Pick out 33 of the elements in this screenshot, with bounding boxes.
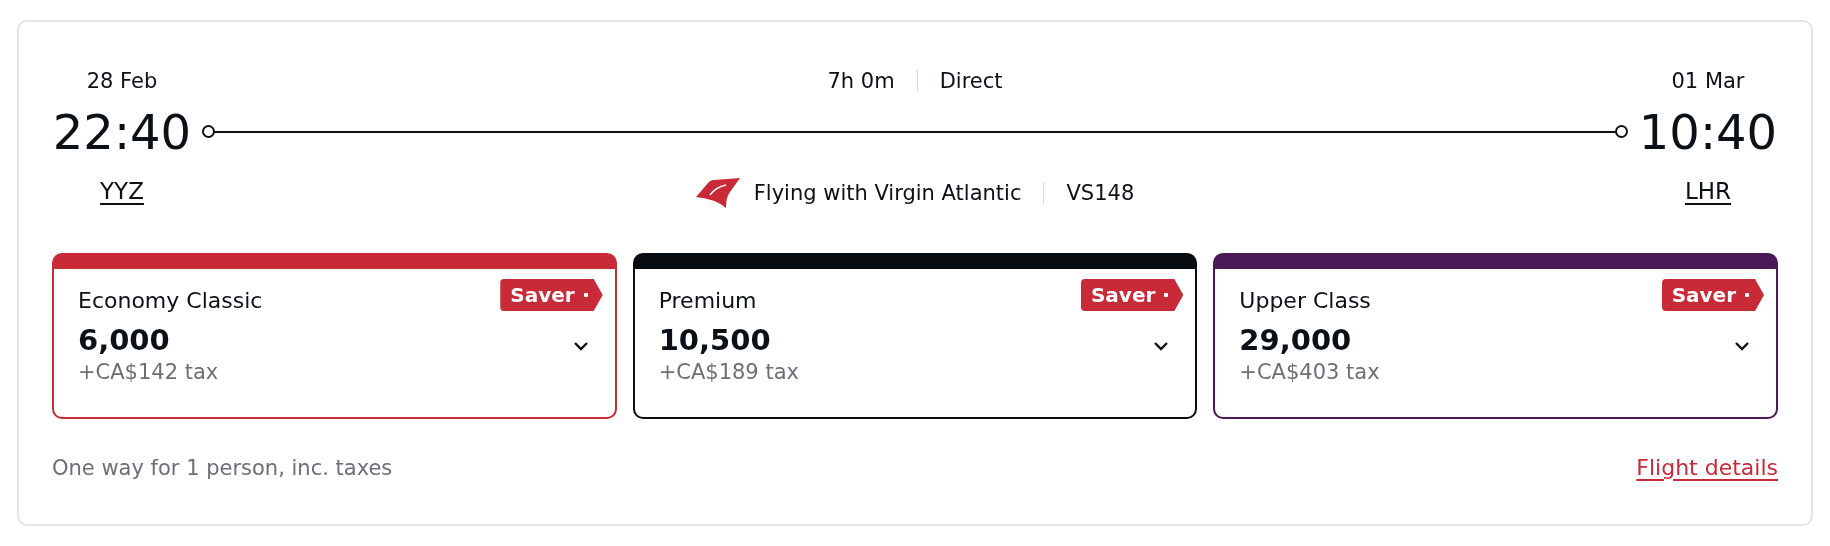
chevron-down-icon[interactable]	[1153, 341, 1170, 351]
cabin-name: Premium	[658, 287, 758, 315]
departure-date: 28 Feb	[86, 68, 158, 94]
fare-option[interactable]: Premium 10,500 +CA$189 tax Saver	[632, 253, 1198, 419]
fare-option[interactable]: Economy Classic 6,000 +CA$142 tax Saver	[52, 253, 617, 419]
fare-option[interactable]: Upper Class 29,000 +CA$403 tax Saver	[1213, 253, 1778, 419]
departure-airport-link[interactable]: YYZ	[100, 176, 144, 206]
points-price: 29,000	[1239, 322, 1353, 359]
chevron-down-icon[interactable]	[572, 341, 589, 351]
fare-note: One way for 1 person, inc. taxes	[52, 455, 393, 480]
route-end-dot	[1615, 125, 1628, 138]
points-price: 10,500	[658, 322, 772, 359]
arrival-airport-link[interactable]: LHR	[1684, 176, 1732, 206]
saver-tag: Saver	[500, 279, 603, 311]
flight-duration: 7h 0m	[827, 68, 895, 94]
cabin-name: Upper Class	[1239, 287, 1372, 315]
points-price: 6,000	[78, 322, 171, 359]
arrival-date: 01 Mar	[1671, 68, 1745, 94]
operator-text: Flying with Virgin Atlantic	[753, 180, 1022, 206]
flight-details-link[interactable]: Flight details	[1636, 455, 1778, 480]
flight-number: VS148	[1066, 180, 1135, 206]
departure-time: 22:40	[52, 103, 192, 162]
arrival-time: 10:40	[1638, 103, 1778, 162]
cabin-name: Economy Classic	[78, 287, 263, 315]
saver-tag: Saver	[1661, 279, 1764, 311]
tail-fin-icon	[695, 177, 740, 209]
tax-amount: +CA$189 tax	[658, 359, 799, 385]
flight-stops: Direct	[939, 68, 1003, 94]
tax-amount: +CA$403 tax	[1239, 359, 1380, 385]
chevron-down-icon[interactable]	[1734, 341, 1750, 351]
saver-tag: Saver	[1080, 279, 1184, 311]
route-start-dot	[202, 125, 215, 138]
tax-amount: +CA$142 tax	[78, 359, 220, 385]
